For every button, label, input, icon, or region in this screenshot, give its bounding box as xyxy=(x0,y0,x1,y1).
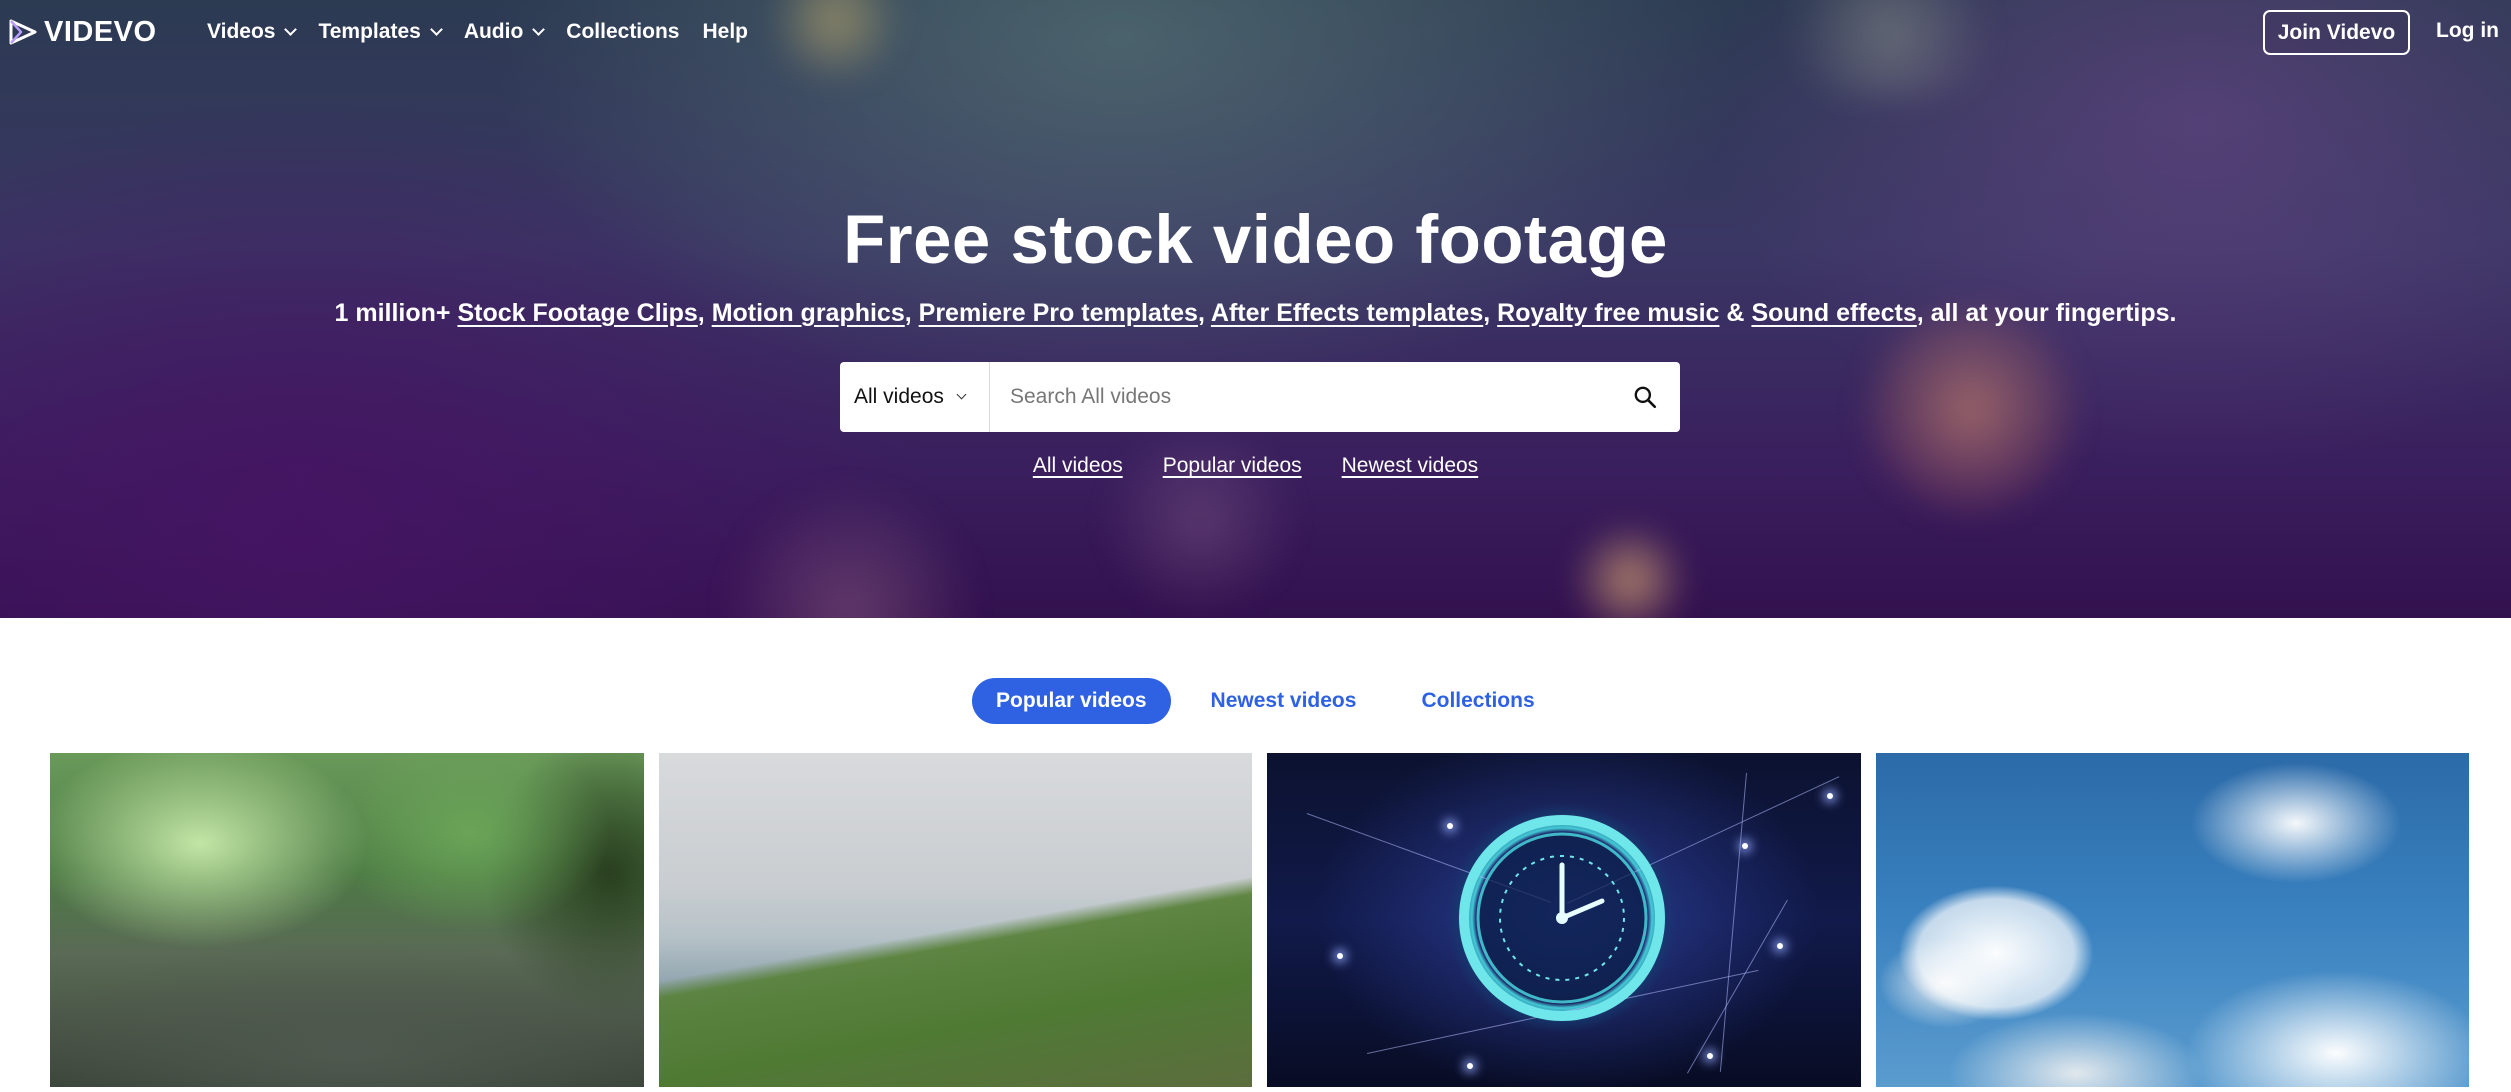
link-stock-footage[interactable]: Stock Footage Clips xyxy=(457,299,697,327)
quick-link-popular-videos[interactable]: Popular videos xyxy=(1163,454,1302,478)
quick-link-newest-videos[interactable]: Newest videos xyxy=(1342,454,1479,478)
nav-item-label: Templates xyxy=(318,20,421,43)
tab-popular-videos[interactable]: Popular videos xyxy=(972,678,1171,724)
brand-name: VIDEVO xyxy=(44,15,157,48)
login-link[interactable]: Log in xyxy=(2436,19,2499,43)
chevron-down-icon xyxy=(956,389,967,400)
videvo-logo-icon xyxy=(9,19,37,45)
bokeh-light xyxy=(1860,300,2080,520)
nav-item-label: Collections xyxy=(566,20,680,43)
search-bar: All videos xyxy=(840,362,1680,432)
glow-point xyxy=(1707,1053,1713,1059)
hero-title: Free stock video footage xyxy=(843,201,1668,278)
hero-banner: VIDEVO Videos Templates Audio Collection… xyxy=(0,0,2511,618)
network-line xyxy=(1719,772,1747,1072)
video-thumbnail-coast[interactable] xyxy=(659,753,1252,1087)
link-royalty-free-music[interactable]: Royalty free music xyxy=(1497,299,1719,327)
video-thumbnail-clock[interactable] xyxy=(1267,753,1861,1087)
hero-subtitle: 1 million+ Stock Footage Clips, Motion g… xyxy=(334,299,2177,327)
nav-item-label: Audio xyxy=(463,20,524,43)
bokeh-light xyxy=(720,480,980,618)
video-tabs: Popular videos Newest videos Collections xyxy=(972,678,1559,724)
glow-point xyxy=(1827,793,1833,799)
link-after-effects-templates[interactable]: After Effects templates xyxy=(1211,299,1483,327)
nav-item-help[interactable]: Help xyxy=(702,20,748,44)
network-line xyxy=(1687,899,1788,1074)
search-icon xyxy=(1634,386,1657,409)
join-button[interactable]: Join Videvo xyxy=(2263,10,2410,55)
glow-point xyxy=(1337,953,1343,959)
link-premiere-templates[interactable]: Premiere Pro templates xyxy=(919,299,1198,327)
glow-point xyxy=(1447,823,1453,829)
clock-icon xyxy=(1459,815,1665,1021)
search-button[interactable] xyxy=(1610,362,1680,432)
search-type-select[interactable]: All videos xyxy=(840,362,990,432)
nav-item-label: Videos xyxy=(207,20,276,43)
subtitle-suffix: , all at your fingertips. xyxy=(1916,299,2177,327)
subtitle-ampersand: & xyxy=(1726,299,1745,327)
main-menu: Videos Templates Audio Collections Help xyxy=(207,18,771,46)
link-motion-graphics[interactable]: Motion graphics xyxy=(712,299,905,327)
search-input[interactable] xyxy=(990,362,1610,432)
subtitle-prefix: 1 million+ xyxy=(334,299,451,327)
chevron-down-icon xyxy=(284,22,298,36)
quick-link-all-videos[interactable]: All videos xyxy=(1033,454,1123,478)
quick-links: All videos Popular videos Newest videos xyxy=(0,454,2511,478)
top-navbar: VIDEVO Videos Templates Audio Collection… xyxy=(0,0,2511,64)
nav-item-templates[interactable]: Templates xyxy=(318,20,443,44)
nav-item-collections[interactable]: Collections xyxy=(566,20,679,44)
search-type-value: All videos xyxy=(854,385,944,408)
glow-point xyxy=(1742,843,1748,849)
nav-item-videos[interactable]: Videos xyxy=(207,20,298,44)
chevron-down-icon xyxy=(429,22,443,36)
nav-item-label: Help xyxy=(702,20,748,43)
bokeh-light xyxy=(1570,520,1690,618)
nav-item-audio[interactable]: Audio xyxy=(463,20,546,44)
glow-point xyxy=(1467,1063,1473,1069)
link-sound-effects[interactable]: Sound effects xyxy=(1751,299,1916,327)
video-thumbnail-clouds[interactable] xyxy=(1876,753,2469,1087)
bokeh-light xyxy=(1100,420,1300,618)
tab-newest-videos[interactable]: Newest videos xyxy=(1187,678,1381,724)
chevron-down-icon xyxy=(532,22,546,36)
video-thumbnail-rain[interactable] xyxy=(50,753,644,1087)
brand-logo[interactable]: VIDEVO xyxy=(8,16,157,48)
tab-collections[interactable]: Collections xyxy=(1397,678,1558,724)
glow-point xyxy=(1777,943,1783,949)
